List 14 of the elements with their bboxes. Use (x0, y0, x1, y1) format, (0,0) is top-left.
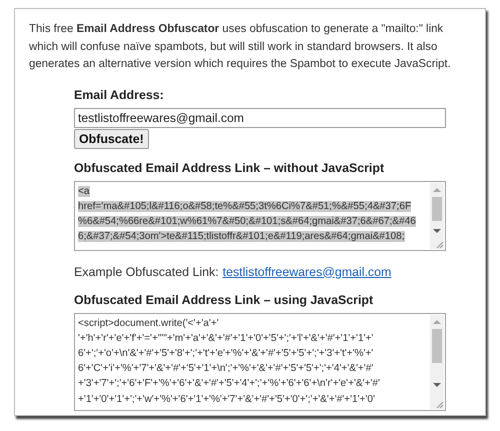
scrollbar[interactable] (430, 314, 444, 408)
resize-grip-icon[interactable] (434, 398, 444, 408)
obfuscate-button[interactable]: Obfuscate! (74, 128, 149, 148)
code-textarea[interactable]: <script>document.write('<'+'a'+' '+'h'+'r'+'e'+'f'+'='+"'"+'m'+'a'+'&'+'#'+'1'+'0'+'5'+';'+'l'+'&'+'#'+'1'+'1'+' 6'+';'+'o'+\n'&'+'#'+'5'+'8'+';'+'t'+'e'+'%'+'&'+'#'+'5'+'5'+';'+'3'+'t'+'%'+' 6'+'C'+'i'+'%'+'7'+'&'+'#'+'5'+'1'+\n';'+'%'+'&'+'#'+'5'+'5'+';'+'4'+'&'+'#' +'3'+'7'+';'+'6'+'F'+'%'+'6'+'&'+'#'+'5'+'4'+';'+'%'+'6'+'6'+\n'r'+'e'+'&'+'#' +'1'+'0'+'1'+';'+'w'+'%'+'6'+'1'+'%'+'7'+'&'+'#'+'5'+'0'+';'+'&'+'#'+'1'+'0' (74, 312, 446, 410)
intro-paragraph: This free Email Address Obfuscator uses obfuscation to generate a "mailto:" link which will confuse naïve spambots, but will still work in standard browsers. It also generates an alternative version which requires the Spambot to execute JavaScript. (29, 22, 452, 72)
code-textarea[interactable]: <a href='ma&#105;l&#116;o&#58;te%&#55;3t%6Ci%7&#51;%&#55;4&#37;6F %6&#54;%66re&#101;w%61%7&#50;&#101;s&#64;gmai&#37;6&#67;&#46 6;&#37;&#54;3om'>te&#115;tlistoffr&#101;e&#119;ares&#64;gmai&#108; (74, 180, 446, 250)
email-link[interactable]: testlistoffreewares@gmail.com (222, 264, 392, 278)
scrollbar[interactable] (430, 182, 444, 248)
field-label: Email Address: (74, 88, 164, 102)
resize-grip-icon[interactable] (434, 238, 444, 248)
section-heading: Obfuscated Email Address Link – without JavaScript (74, 160, 384, 174)
email-field[interactable]: testlistoffreewares@gmail.com (74, 108, 446, 128)
example-label: Example Obfuscated Link: (74, 264, 219, 278)
section-heading: Obfuscated Email Address Link – using JavaScript (74, 292, 374, 306)
